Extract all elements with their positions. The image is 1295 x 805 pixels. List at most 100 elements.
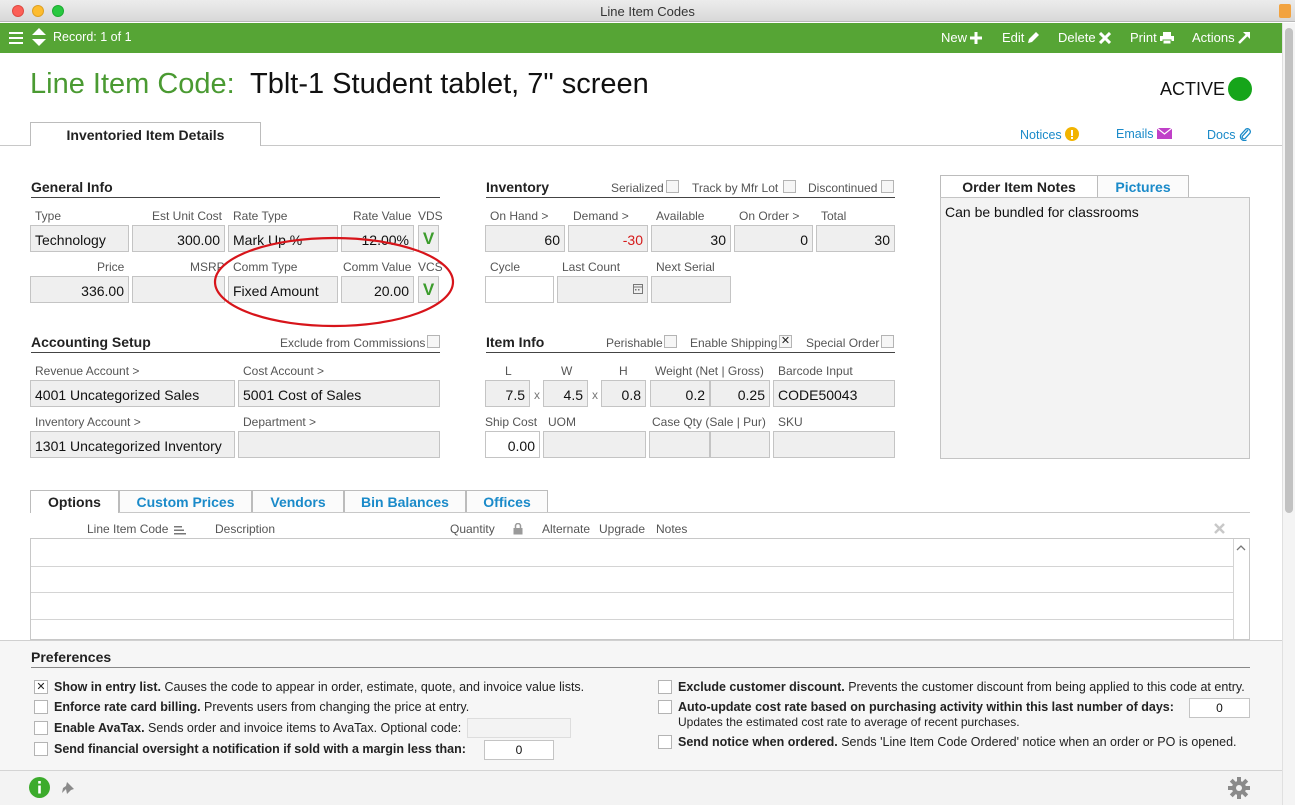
dimension-separator: x bbox=[534, 388, 540, 402]
financial-oversight-checkbox[interactable] bbox=[34, 742, 48, 756]
emails-link[interactable]: Emails bbox=[1116, 127, 1173, 141]
enable-avatax-checkbox[interactable] bbox=[34, 721, 48, 735]
exclude-discount-checkbox[interactable] bbox=[658, 680, 672, 694]
info-icon[interactable] bbox=[29, 777, 50, 798]
enable-shipping-label: Enable Shipping bbox=[690, 336, 778, 350]
cost-account-field[interactable]: 5001 Cost of Sales bbox=[238, 380, 440, 407]
rate-type-label: Rate Type bbox=[233, 209, 288, 223]
width-field[interactable]: 4.5 bbox=[543, 380, 588, 407]
status-indicator[interactable] bbox=[1228, 77, 1252, 101]
exclude-commissions-label: Exclude from Commissions bbox=[280, 336, 426, 350]
perishable-checkbox[interactable] bbox=[664, 335, 677, 348]
serialized-checkbox[interactable] bbox=[666, 180, 679, 193]
tab-offices[interactable]: Offices bbox=[466, 490, 548, 512]
page-scrollbar-thumb[interactable] bbox=[1285, 28, 1293, 513]
menu-icon[interactable] bbox=[9, 31, 23, 44]
case-qty-pur-field[interactable] bbox=[710, 431, 770, 458]
notice-ordered-checkbox[interactable] bbox=[658, 735, 672, 749]
department-label: Department > bbox=[243, 415, 317, 429]
department-field[interactable] bbox=[238, 431, 440, 458]
weight-net-field[interactable]: 0.2 bbox=[650, 380, 710, 407]
tab-vendors[interactable]: Vendors bbox=[252, 490, 344, 512]
column-notes[interactable]: Notes bbox=[656, 522, 687, 536]
column-quantity[interactable]: Quantity bbox=[450, 522, 495, 536]
vds-label: VDS bbox=[418, 209, 443, 223]
column-line-item-code[interactable]: Line Item Code bbox=[87, 522, 168, 536]
tab-options[interactable]: Options bbox=[30, 490, 119, 513]
table-row-divider bbox=[31, 566, 1233, 567]
ship-cost-field[interactable]: 0.00 bbox=[485, 431, 540, 458]
general-info-rule bbox=[31, 197, 440, 198]
price-field[interactable]: 336.00 bbox=[30, 276, 129, 303]
preferences-heading: Preferences bbox=[31, 649, 112, 665]
revenue-account-label: Revenue Account > bbox=[35, 364, 140, 378]
total-label: Total bbox=[821, 209, 847, 223]
special-order-checkbox[interactable] bbox=[881, 335, 894, 348]
type-field[interactable]: Technology bbox=[30, 225, 129, 252]
lock-icon[interactable] bbox=[513, 523, 523, 535]
uom-field[interactable] bbox=[543, 431, 646, 458]
paperclip-icon bbox=[1239, 128, 1251, 142]
discontinued-checkbox[interactable] bbox=[881, 180, 894, 193]
days-input[interactable]: 0 bbox=[1189, 698, 1250, 718]
delete-button[interactable]: Delete bbox=[1058, 30, 1111, 45]
barcode-field[interactable]: CODE50043 bbox=[773, 380, 895, 407]
special-order-label: Special Order bbox=[806, 336, 880, 350]
order-item-notes-box[interactable] bbox=[940, 197, 1250, 459]
next-serial-label: Next Serial bbox=[656, 260, 715, 274]
record-counter: Record: 1 of 1 bbox=[53, 30, 132, 44]
inventory-account-field[interactable]: 1301 Uncategorized Inventory bbox=[30, 431, 235, 458]
enable-shipping-checkbox[interactable]: ✕ bbox=[779, 335, 792, 348]
print-button[interactable]: Print bbox=[1130, 30, 1174, 45]
window-title: Line Item Codes bbox=[600, 4, 695, 19]
enforce-rate-card-checkbox[interactable] bbox=[34, 700, 48, 714]
on-hand-label[interactable]: On Hand > bbox=[490, 209, 548, 223]
gear-icon[interactable] bbox=[1228, 777, 1250, 799]
notices-link[interactable]: Notices bbox=[1020, 127, 1080, 142]
width-label: W bbox=[561, 364, 573, 378]
clear-icon[interactable] bbox=[1214, 523, 1225, 534]
cost-account-label: Cost Account > bbox=[243, 364, 325, 378]
column-upgrade[interactable]: Upgrade bbox=[599, 522, 645, 536]
height-field[interactable]: 0.8 bbox=[601, 380, 646, 407]
last-count-field[interactable] bbox=[557, 276, 648, 303]
pin-icon[interactable] bbox=[61, 781, 75, 795]
demand-label[interactable]: Demand > bbox=[573, 209, 629, 223]
actions-button[interactable]: Actions bbox=[1192, 30, 1251, 45]
unlock-icon[interactable] bbox=[1279, 4, 1291, 18]
tab-order-item-notes[interactable]: Order Item Notes bbox=[940, 175, 1098, 198]
sku-label: SKU bbox=[778, 415, 803, 429]
docs-link[interactable]: Docs bbox=[1207, 127, 1251, 142]
auto-update-cost-checkbox[interactable] bbox=[658, 700, 672, 714]
sku-field[interactable] bbox=[773, 431, 895, 458]
total-field: 30 bbox=[816, 225, 895, 252]
on-order-label[interactable]: On Order > bbox=[739, 209, 799, 223]
record-nav-icon[interactable] bbox=[32, 28, 46, 48]
tab-inventoried-item-details[interactable]: Inventoried Item Details bbox=[30, 122, 261, 146]
margin-threshold-input[interactable]: 0 bbox=[484, 740, 554, 760]
scroll-up-icon[interactable] bbox=[1236, 544, 1246, 551]
avatax-code-input[interactable] bbox=[467, 718, 571, 738]
weight-gross-field[interactable]: 0.25 bbox=[710, 380, 770, 407]
track-mfr-lot-checkbox[interactable] bbox=[783, 180, 796, 193]
length-field[interactable]: 7.5 bbox=[485, 380, 530, 407]
est-unit-cost-label: Est Unit Cost bbox=[152, 209, 223, 223]
demand-field: -30 bbox=[568, 225, 648, 252]
show-entry-list-checkbox[interactable]: ✕ bbox=[34, 680, 48, 694]
sort-icon[interactable] bbox=[174, 525, 186, 535]
next-serial-field[interactable] bbox=[651, 276, 731, 303]
revenue-account-field[interactable]: 4001 Uncategorized Sales bbox=[30, 380, 235, 407]
tab-bin-balances[interactable]: Bin Balances bbox=[344, 490, 466, 512]
cycle-field[interactable] bbox=[485, 276, 554, 303]
tab-custom-prices[interactable]: Custom Prices bbox=[119, 490, 252, 512]
case-qty-sale-field[interactable] bbox=[649, 431, 710, 458]
exclude-commissions-checkbox[interactable] bbox=[427, 335, 440, 348]
new-button[interactable]: New bbox=[941, 30, 983, 45]
column-description[interactable]: Description bbox=[215, 522, 275, 536]
tab-pictures[interactable]: Pictures bbox=[1097, 175, 1189, 198]
edit-button[interactable]: Edit bbox=[1002, 30, 1040, 45]
calendar-icon[interactable] bbox=[633, 284, 643, 294]
alert-icon bbox=[1065, 127, 1080, 141]
page-title: Tblt-1 Student tablet, 7" screen bbox=[250, 68, 649, 100]
column-alternate[interactable]: Alternate bbox=[542, 522, 590, 536]
